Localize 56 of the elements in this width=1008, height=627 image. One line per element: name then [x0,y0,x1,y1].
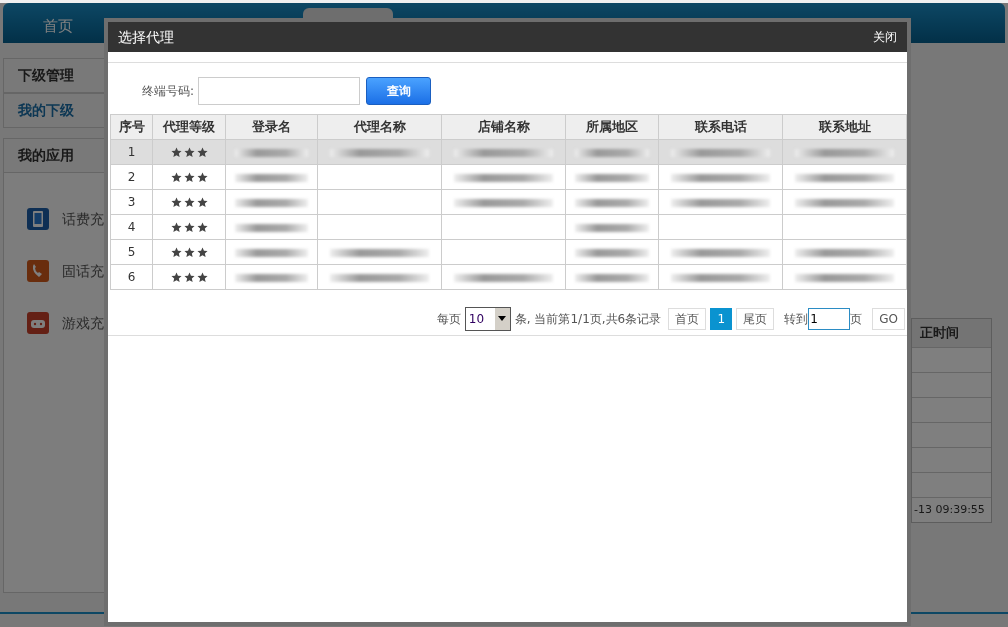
page-button[interactable]: 1 [710,307,733,330]
star-icon [183,222,195,234]
table-cell: 2 [110,164,153,190]
field-label: 终端号码: [142,82,195,100]
table-cell: 5 [110,239,153,265]
gamepad-icon [26,311,50,335]
column-header: 代理等级 [152,114,226,140]
input-field[interactable] [198,76,361,105]
column-header: 联系电话 [658,114,783,140]
table-cell-text: -13 09:39:55 [913,501,986,518]
star-icon [170,172,182,184]
star-icon [183,247,195,259]
table-cell: 4 [110,214,153,240]
search-button[interactable]: 查询 [366,76,432,105]
star-icon [170,147,182,159]
star-icon [183,147,195,159]
star-icon [170,222,182,234]
column-header: 店铺名称 [441,114,566,140]
pager-label: 转到 [784,310,809,328]
star-icon [183,172,195,184]
pager-label: 每页 [436,310,461,328]
column-header: 联系地址 [782,114,907,140]
column-header: 正时间 [912,319,991,348]
star-icon [196,222,208,234]
handset-icon [26,259,50,283]
column-header: 所属地区 [565,114,659,140]
table-cell: 1 [110,139,153,165]
pager-summary: 条, 当前第1/1页,共6条记录 [514,310,662,328]
caret-icon [498,316,507,321]
star-icon [196,172,208,184]
last-page-button[interactable]: 尾页 [736,307,775,330]
star-icon [183,197,195,209]
first-page-button[interactable]: 首页 [668,307,707,330]
app-link[interactable]: 游戏充 [62,312,104,334]
page-input[interactable]: 1 [808,307,851,330]
phone-icon [26,207,50,231]
dialog-title: 选择代理 [118,27,174,47]
star-icon [196,247,208,259]
pager-label: 页 [850,310,863,328]
column-header: 序号 [110,114,153,140]
column-header: 登录名 [225,114,318,140]
star-icon [170,247,182,259]
star-icon [196,272,208,284]
table-cell: 3 [110,189,153,215]
column-header: 代理名称 [317,114,442,140]
star-icon [196,197,208,209]
star-icon [196,147,208,159]
close-button[interactable]: 关闭 [873,28,897,46]
table-cell: 6 [110,264,153,290]
app-link[interactable]: 固话充 [62,260,104,282]
star-icon [183,272,195,284]
go-button[interactable]: GO [872,307,905,330]
app-link[interactable]: 话费充 [62,208,104,230]
star-icon [170,272,182,284]
page-size-select[interactable]: 10 [464,306,511,331]
star-icon [170,197,182,209]
